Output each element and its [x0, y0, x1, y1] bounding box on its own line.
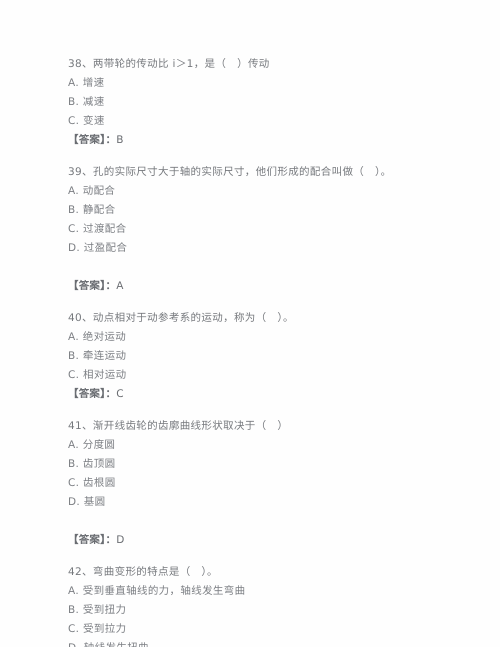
- question-option[interactable]: A. 受到垂直轴线的力，轴线发生弯曲: [68, 582, 478, 601]
- question-block: 39、孔的实际尺寸大于轴的实际尺寸，他们形成的配合叫做（ ）。 A. 动配合 B…: [68, 163, 478, 296]
- question-stem: 38、两带轮的传动比 i＞1，是（ ）传动: [68, 58, 270, 70]
- document-page: 38、两带轮的传动比 i＞1，是（ ）传动 A. 增速 B. 减速 C. 变速 …: [0, 0, 500, 647]
- question-option[interactable]: B. 受到扭力: [68, 601, 478, 620]
- answer-value: C: [116, 388, 124, 400]
- question-option[interactable]: A. 增速: [68, 74, 478, 93]
- question-option[interactable]: C. 受到拉力: [68, 620, 478, 639]
- question-stem: 39、孔的实际尺寸大于轴的实际尺寸，他们形成的配合叫做（ ）。: [68, 166, 392, 178]
- answer-label: 【答案】：: [68, 280, 117, 292]
- question-block: 42、弯曲变形的特点是（ ）。 A. 受到垂直轴线的力，轴线发生弯曲 B. 受到…: [68, 563, 478, 647]
- question-stem: 42、弯曲变形的特点是（ ）。: [68, 566, 218, 578]
- question-option[interactable]: D. 轴线发生扭曲: [68, 639, 478, 647]
- question-option[interactable]: A. 绝对运动: [68, 328, 478, 347]
- question-block: 40、动点相对于动参考系的运动，称为（ ）。 A. 绝对运动 B. 牵连运动 C…: [68, 309, 478, 404]
- question-stem: 41、渐开线齿轮的齿廓曲线形状取决于（ ）: [68, 420, 289, 432]
- question-block: 38、两带轮的传动比 i＞1，是（ ）传动 A. 增速 B. 减速 C. 变速 …: [68, 55, 478, 150]
- question-option[interactable]: D. 过盈配合: [68, 239, 478, 258]
- question-option[interactable]: C. 变速: [68, 112, 478, 131]
- answer-label: 【答案】：: [68, 134, 117, 146]
- answer-value: B: [116, 134, 124, 146]
- question-stem: 40、动点相对于动参考系的运动，称为（ ）。: [68, 312, 294, 324]
- answer-value: A: [116, 280, 124, 292]
- answer-line: 【答案】：A: [68, 277, 478, 296]
- question-option[interactable]: D. 基圆: [68, 493, 478, 512]
- question-list: 38、两带轮的传动比 i＞1，是（ ）传动 A. 增速 B. 减速 C. 变速 …: [68, 55, 478, 647]
- answer-value: D: [116, 534, 125, 546]
- answer-label: 【答案】：: [68, 388, 117, 400]
- answer-line: 【答案】：D: [68, 531, 478, 550]
- question-option[interactable]: A. 分度圆: [68, 436, 478, 455]
- question-option[interactable]: B. 减速: [68, 93, 478, 112]
- answer-line: 【答案】：B: [68, 131, 478, 150]
- question-option[interactable]: A. 动配合: [68, 182, 478, 201]
- question-option[interactable]: B. 静配合: [68, 201, 478, 220]
- question-option[interactable]: B. 牵连运动: [68, 347, 478, 366]
- question-option[interactable]: C. 相对运动: [68, 366, 478, 385]
- answer-label: 【答案】：: [68, 534, 117, 546]
- question-block: 41、渐开线齿轮的齿廓曲线形状取决于（ ） A. 分度圆 B. 齿顶圆 C. 齿…: [68, 417, 478, 550]
- question-option[interactable]: C. 过渡配合: [68, 220, 478, 239]
- answer-line: 【答案】：C: [68, 385, 478, 404]
- question-option[interactable]: B. 齿顶圆: [68, 455, 478, 474]
- question-option[interactable]: C. 齿根圆: [68, 474, 478, 493]
